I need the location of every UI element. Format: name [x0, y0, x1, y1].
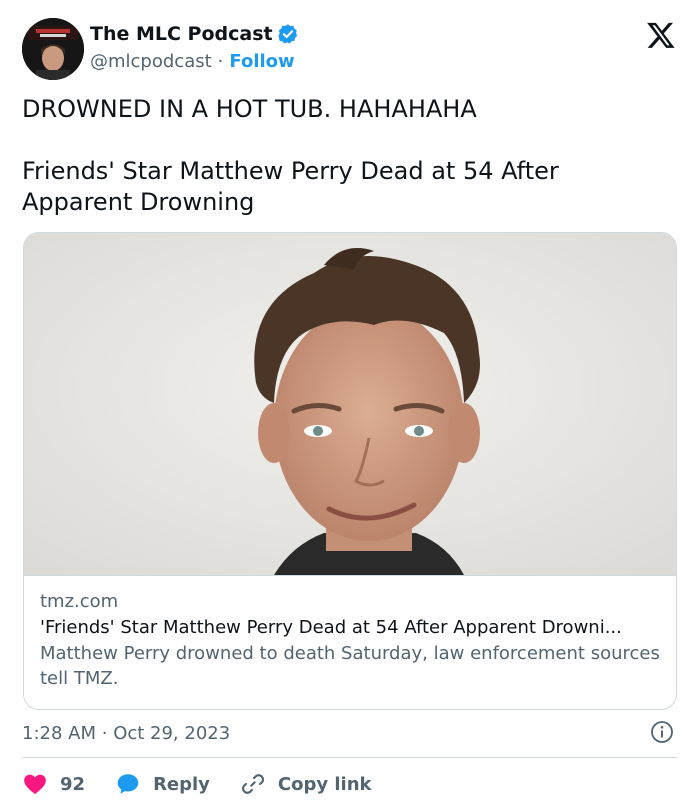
reply-bubble-icon: [117, 774, 139, 794]
timestamp[interactable]: 1:28 AM · Oct 29, 2023: [22, 723, 230, 744]
handle[interactable]: @mlcpodcast: [90, 51, 212, 72]
reply-label: Reply: [153, 773, 210, 795]
tweet-time: 1:28 AM: [22, 722, 96, 744]
heart-icon: [24, 774, 46, 794]
divider: [22, 757, 678, 758]
display-name[interactable]: The MLC Podcast: [90, 23, 273, 45]
info-icon[interactable]: [650, 720, 674, 744]
tweet-line-1: DROWNED IN A HOT TUB. HAHAHAHA: [22, 95, 477, 123]
action-bar: 92 Reply Copy link: [22, 768, 402, 800]
card-divider: [24, 575, 676, 576]
link-icon: [241, 774, 264, 794]
x-logo-icon[interactable]: [646, 20, 676, 50]
card-body: tmz.com 'Friends' Star Matthew Perry Dea…: [40, 589, 660, 691]
card-description: Matthew Perry drowned to death Saturday,…: [40, 643, 660, 689]
handle-separator: ·: [217, 50, 224, 72]
copy-link-label: Copy link: [277, 773, 372, 795]
tweet-header: The MLC Podcast @mlcpodcast · Follow: [22, 18, 678, 80]
avatar[interactable]: [22, 18, 84, 80]
card-title[interactable]: 'Friends' Star Matthew Perry Dead at 54 …: [40, 615, 660, 641]
follow-button[interactable]: Follow: [229, 51, 294, 72]
like-count: 92: [60, 773, 86, 795]
author-info: The MLC Podcast @mlcpodcast · Follow: [90, 21, 299, 75]
tweet-meta: 1:28 AM · Oct 29, 2023: [22, 718, 678, 748]
link-card[interactable]: tmz.com 'Friends' Star Matthew Perry Dea…: [23, 232, 677, 710]
card-domain: tmz.com: [40, 591, 119, 612]
meta-separator: ·: [101, 722, 114, 744]
like-button[interactable]: 92: [22, 771, 85, 797]
copy-link-button[interactable]: Copy link: [240, 771, 372, 797]
verified-badge-icon: [278, 24, 297, 44]
tweet-line-2: Friends' Star Matthew Perry Dead at 54 A…: [22, 157, 559, 216]
reply-button[interactable]: Reply: [115, 771, 210, 797]
tweet-text: DROWNED IN A HOT TUB. HAHAHAHA Friends' …: [22, 94, 672, 218]
tweet-date: Oct 29, 2023: [113, 722, 231, 744]
card-image[interactable]: [24, 233, 676, 575]
